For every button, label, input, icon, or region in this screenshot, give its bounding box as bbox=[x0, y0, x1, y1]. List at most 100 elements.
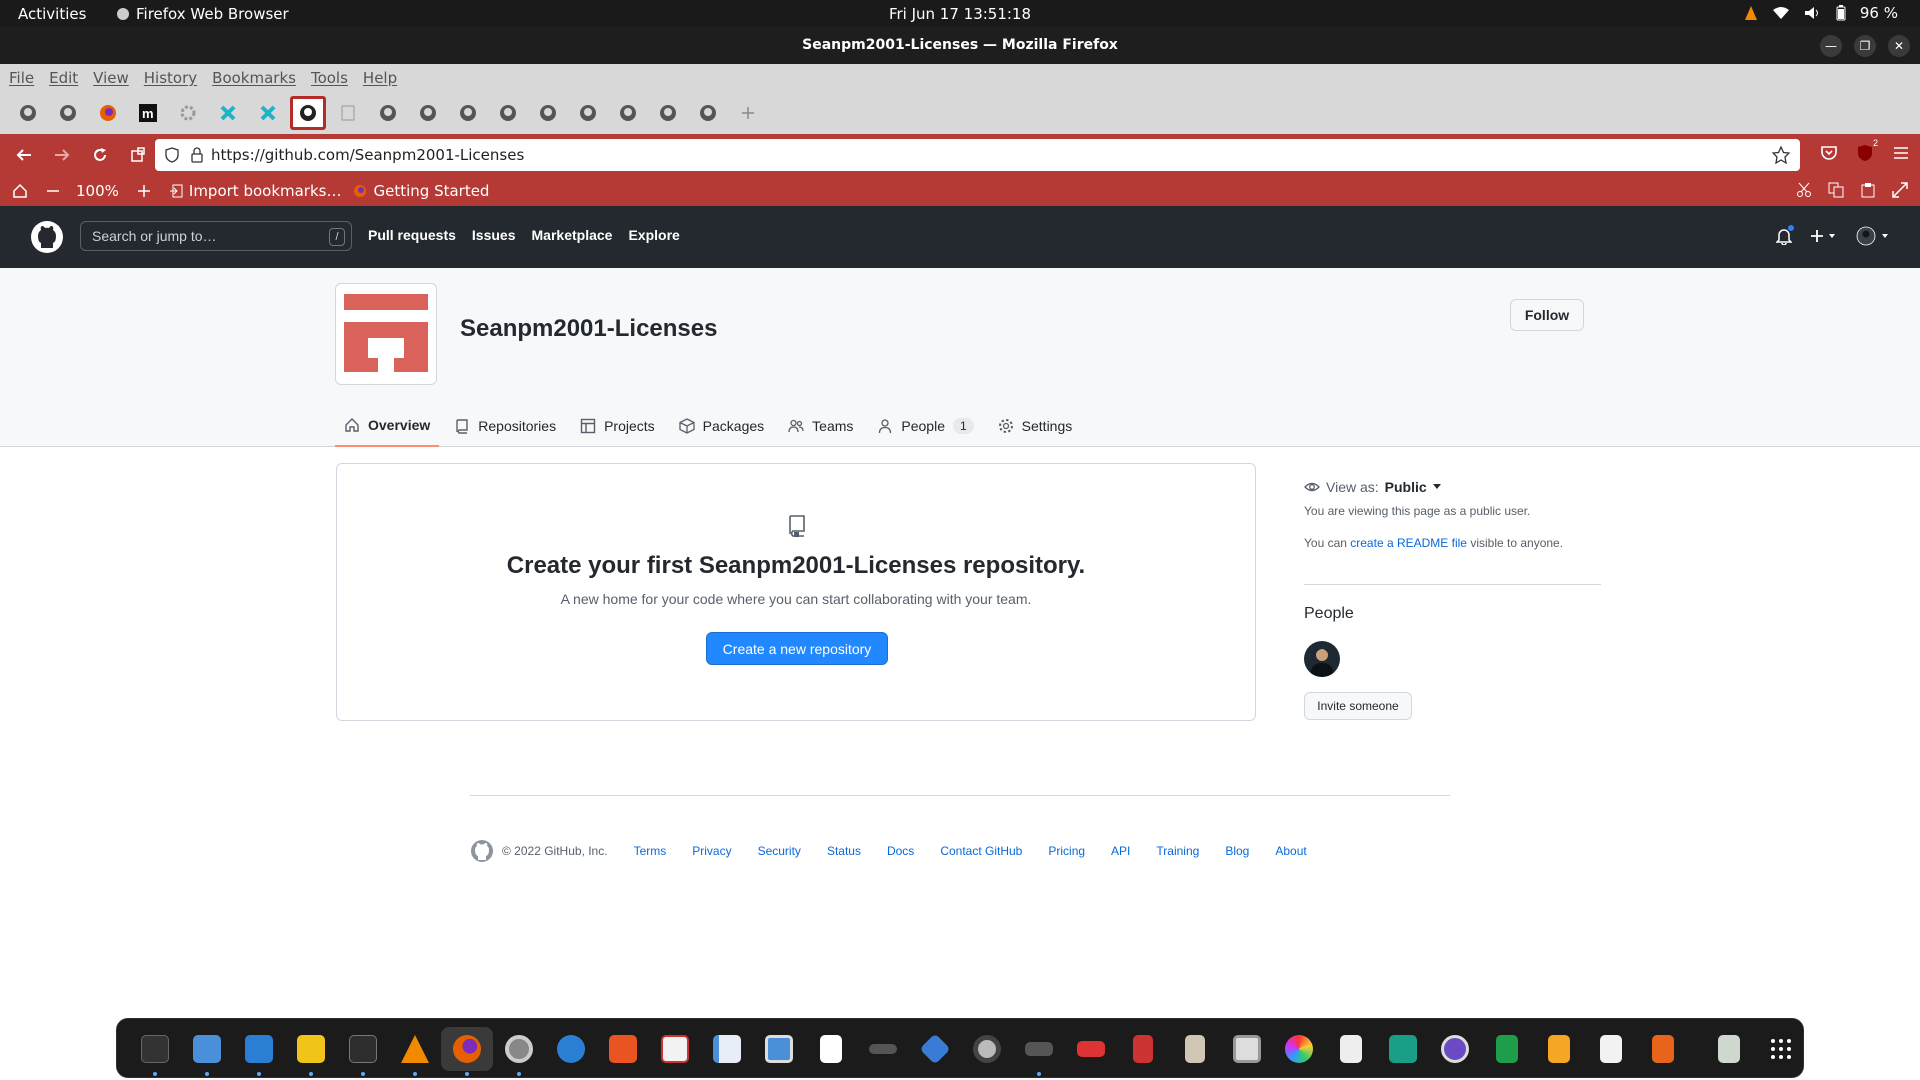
tab-people[interactable]: People 1 bbox=[868, 404, 982, 447]
cut-icon[interactable] bbox=[1796, 182, 1812, 198]
dock-show-apps[interactable] bbox=[1755, 1027, 1807, 1071]
dock-tweaks[interactable] bbox=[753, 1027, 805, 1071]
new-tab-button[interactable] bbox=[728, 95, 768, 131]
reload-button[interactable] bbox=[81, 147, 119, 163]
dock-game2[interactable] bbox=[1117, 1027, 1169, 1071]
tab-settings[interactable]: Settings bbox=[989, 404, 1082, 447]
dock-terminal[interactable] bbox=[337, 1027, 389, 1076]
footer-link-blog[interactable]: Blog bbox=[1225, 844, 1249, 858]
forward-button[interactable] bbox=[43, 147, 81, 163]
footer-link-status[interactable]: Status bbox=[827, 844, 861, 858]
dock-writer[interactable] bbox=[233, 1027, 285, 1076]
dock-app[interactable] bbox=[857, 1027, 909, 1071]
lock-icon[interactable] bbox=[191, 147, 203, 163]
tab-github[interactable] bbox=[8, 95, 48, 131]
dock-disk[interactable] bbox=[961, 1027, 1013, 1071]
dock-virtualbox[interactable] bbox=[909, 1027, 961, 1071]
extension-button[interactable] bbox=[119, 147, 157, 163]
menu-edit[interactable]: Edit bbox=[49, 69, 78, 87]
follow-button[interactable]: Follow bbox=[1510, 299, 1584, 331]
notifications-bell-icon[interactable] bbox=[1776, 224, 1795, 245]
tab-github[interactable] bbox=[408, 95, 448, 131]
dock-software[interactable] bbox=[597, 1027, 649, 1071]
dock-files[interactable] bbox=[181, 1027, 233, 1076]
dock-system-monitor[interactable] bbox=[129, 1027, 181, 1076]
tab-firefox[interactable] bbox=[88, 95, 128, 131]
dock-viewer[interactable] bbox=[1221, 1027, 1273, 1071]
invite-someone-button[interactable]: Invite someone bbox=[1304, 692, 1412, 720]
footer-link-docs[interactable]: Docs bbox=[887, 844, 914, 858]
dock-app3[interactable] bbox=[1377, 1027, 1429, 1071]
tab-packages[interactable]: Packages bbox=[670, 404, 773, 447]
bookmark-getting-started[interactable]: Getting Started bbox=[353, 182, 489, 200]
menu-history[interactable]: History bbox=[144, 69, 197, 87]
shield-icon[interactable] bbox=[165, 147, 179, 163]
nav-issues[interactable]: Issues bbox=[472, 227, 516, 243]
tab-github[interactable] bbox=[688, 95, 728, 131]
tab-settings[interactable] bbox=[168, 95, 208, 131]
home-icon[interactable] bbox=[12, 183, 28, 199]
footer-link-pricing[interactable]: Pricing bbox=[1048, 844, 1085, 858]
tab-github[interactable] bbox=[48, 95, 88, 131]
github-logo-icon[interactable] bbox=[31, 221, 63, 253]
dock-trash[interactable] bbox=[1703, 1027, 1755, 1071]
app-menu[interactable]: Firefox Web Browser bbox=[116, 5, 289, 23]
vlc-tray-icon[interactable] bbox=[1744, 5, 1758, 21]
create-new-dropdown[interactable] bbox=[1810, 228, 1838, 244]
dock-help[interactable] bbox=[545, 1027, 597, 1071]
close-button[interactable]: ✕ bbox=[1888, 35, 1910, 57]
dock-impress[interactable] bbox=[1533, 1027, 1585, 1071]
url-bar[interactable]: https://github.com/Seanpm2001-Licenses bbox=[155, 139, 1800, 171]
fullscreen-icon[interactable] bbox=[1892, 182, 1908, 198]
dock-app2[interactable] bbox=[1013, 1027, 1065, 1076]
tab-extension[interactable] bbox=[248, 95, 288, 131]
back-button[interactable] bbox=[5, 147, 43, 163]
activities-button[interactable]: Activities bbox=[18, 5, 86, 23]
clock[interactable]: Fri Jun 17 13:51:18 bbox=[889, 5, 1031, 23]
minimize-button[interactable]: — bbox=[1820, 35, 1842, 57]
tab-teams[interactable]: Teams bbox=[779, 404, 862, 447]
zoom-in-button[interactable] bbox=[137, 184, 151, 198]
paste-icon[interactable] bbox=[1860, 182, 1876, 198]
user-avatar-dropdown[interactable] bbox=[1856, 226, 1890, 246]
url-text[interactable]: https://github.com/Seanpm2001-Licenses bbox=[211, 146, 524, 164]
footer-link-terms[interactable]: Terms bbox=[634, 844, 667, 858]
nav-pull-requests[interactable]: Pull requests bbox=[368, 227, 456, 243]
nav-marketplace[interactable]: Marketplace bbox=[532, 227, 613, 243]
dock-game[interactable] bbox=[1065, 1027, 1117, 1071]
tab-github[interactable] bbox=[608, 95, 648, 131]
copy-icon[interactable] bbox=[1828, 182, 1844, 198]
maximize-button[interactable]: ❐ bbox=[1854, 35, 1876, 57]
menu-bookmarks[interactable]: Bookmarks bbox=[212, 69, 296, 87]
create-readme-link[interactable]: create a README file bbox=[1350, 536, 1467, 550]
tab-github[interactable] bbox=[368, 95, 408, 131]
footer-link-security[interactable]: Security bbox=[758, 844, 801, 858]
tab-projects[interactable]: Projects bbox=[571, 404, 664, 447]
create-repository-button[interactable]: Create a new repository bbox=[706, 632, 888, 665]
zoom-level[interactable]: 100% bbox=[76, 182, 119, 200]
tab-github[interactable] bbox=[568, 95, 608, 131]
menu-help[interactable]: Help bbox=[363, 69, 397, 87]
footer-link-about[interactable]: About bbox=[1275, 844, 1306, 858]
zoom-out-button[interactable] bbox=[46, 184, 60, 198]
dock-vlc[interactable] bbox=[389, 1027, 441, 1076]
dock-impress2[interactable] bbox=[1637, 1027, 1689, 1071]
nav-explore[interactable]: Explore bbox=[628, 227, 679, 243]
tab-medium[interactable]: m bbox=[128, 95, 168, 131]
github-mark-icon[interactable] bbox=[470, 839, 494, 863]
menu-tools[interactable]: Tools bbox=[311, 69, 348, 87]
dock-app4[interactable] bbox=[1429, 1027, 1481, 1071]
tab-github-active[interactable] bbox=[290, 96, 326, 130]
dock-calc[interactable] bbox=[1481, 1027, 1533, 1071]
dock-text-editor[interactable] bbox=[701, 1027, 753, 1071]
tab-overview[interactable]: Overview bbox=[335, 404, 440, 447]
dock-calculator[interactable] bbox=[285, 1027, 337, 1076]
hamburger-menu-icon[interactable] bbox=[1892, 144, 1910, 162]
tab-extension[interactable] bbox=[208, 95, 248, 131]
bookmark-import[interactable]: Import bookmarks… bbox=[169, 182, 341, 200]
tab-github[interactable] bbox=[448, 95, 488, 131]
footer-link-api[interactable]: API bbox=[1111, 844, 1130, 858]
tab-blank[interactable] bbox=[328, 95, 368, 131]
dock-blank-doc[interactable] bbox=[805, 1027, 857, 1071]
menu-view[interactable]: View bbox=[93, 69, 129, 87]
